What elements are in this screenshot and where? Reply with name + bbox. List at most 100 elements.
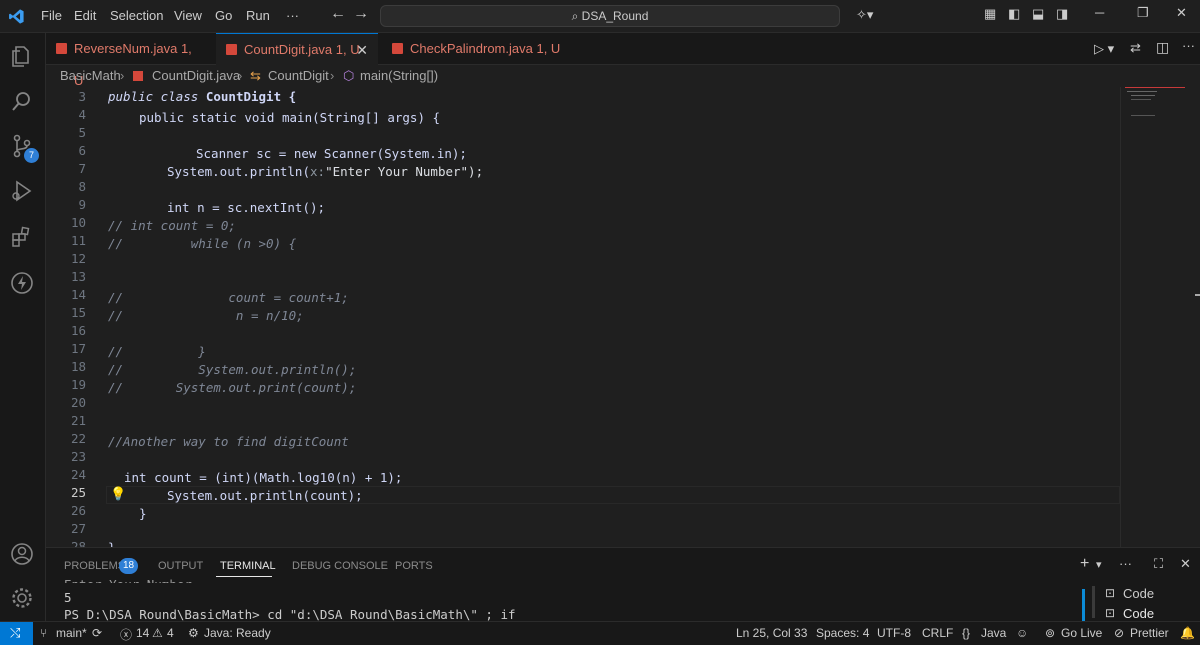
branch-name[interactable]: main* <box>56 626 87 640</box>
code-line-22: //Another way to find digitCount <box>108 434 349 449</box>
lightbulb-icon[interactable]: 💡 <box>110 486 126 502</box>
minimap-code-line <box>1131 115 1155 116</box>
line-number: 13 <box>70 269 86 284</box>
menu-view[interactable]: View <box>174 8 202 23</box>
menu-edit[interactable]: Edit <box>74 8 96 23</box>
panel-tab-debug-console[interactable]: DEBUG CONSOLE <box>292 560 388 572</box>
warning-count[interactable]: 4 <box>167 626 174 640</box>
editor-tab-bar: ReverseNum.java 1, U CountDigit.java 1, … <box>46 33 1200 88</box>
encoding[interactable]: UTF-8 <box>877 626 911 640</box>
terminal-line: Enter Your Number = <box>64 577 207 583</box>
minimap-code-line <box>1127 91 1157 92</box>
minimap[interactable] <box>1120 87 1200 547</box>
extensions-icon[interactable] <box>9 225 35 251</box>
code-line-26: } <box>139 506 147 521</box>
vscode-logo-icon <box>9 9 24 24</box>
minimize-icon[interactable]: ─ <box>1095 5 1104 20</box>
title-bar: File Edit Selection View Go Run ··· ← → … <box>0 0 1200 33</box>
tab-countdigit[interactable]: CountDigit.java 1, U ✕ <box>216 33 378 65</box>
notifications-bell-icon[interactable]: 🔔 <box>1180 626 1195 640</box>
java-file-icon <box>226 44 237 55</box>
breadcrumb: BasicMath › CountDigit.java › ⇆ CountDig… <box>46 65 1200 87</box>
command-center-search[interactable]: ⌕ DSA_Round <box>380 5 840 27</box>
cursor-position[interactable]: Ln 25, Col 33 <box>736 626 807 640</box>
code-line-3: public class CountDigit { <box>108 89 296 104</box>
menu-file[interactable]: File <box>41 8 62 23</box>
settings-gear-icon[interactable] <box>9 585 35 611</box>
java-status[interactable]: Java: Ready <box>204 626 271 640</box>
indentation[interactable]: Spaces: 4 <box>816 626 869 640</box>
prettier[interactable]: Prettier <box>1130 626 1169 640</box>
maximize-panel-icon[interactable]: ⛶ <box>1154 556 1163 572</box>
minimap-code-line <box>1131 99 1151 100</box>
minimap-error-line <box>1125 87 1185 88</box>
more-actions-icon[interactable]: ··· <box>1119 556 1132 571</box>
lightning-extension-icon[interactable] <box>9 270 35 296</box>
line-endings[interactable]: CRLF <box>922 626 953 640</box>
code-line-14: // count = count+1; <box>108 290 349 305</box>
tab-reversenum[interactable]: ReverseNum.java 1, U <box>46 33 204 88</box>
menu-run[interactable]: Run <box>246 8 270 23</box>
line-number: 21 <box>70 413 86 428</box>
menu-more[interactable]: ··· <box>286 8 299 23</box>
breadcrumb-method[interactable]: main(String[]) <box>360 65 438 87</box>
panel-tab-output[interactable]: OUTPUT <box>158 560 203 572</box>
language-mode[interactable]: Java <box>981 626 1006 640</box>
line-number: 4 <box>78 107 86 122</box>
nav-back-icon[interactable]: ← <box>330 5 346 23</box>
toggle-sidebar-icon[interactable]: ◧ <box>1008 6 1020 22</box>
compare-changes-icon[interactable]: ⇄ <box>1130 40 1141 56</box>
breadcrumb-class[interactable]: CountDigit <box>268 65 329 87</box>
tab-status: 1, U <box>536 41 561 56</box>
tab-checkpalindrom[interactable]: CheckPalindrom.java 1, U <box>382 33 562 65</box>
toggle-panel-icon[interactable]: ⬓ <box>1032 6 1044 22</box>
status-bar: ⤭ ⑂ main* ⟳ ⓧ 14 ⚠ 4 ⚙ Java: Ready Ln 25… <box>0 621 1200 645</box>
new-terminal-icon[interactable]: + <box>1080 555 1089 573</box>
run-debug-icon[interactable] <box>9 178 35 204</box>
code-line-7: System.out.println(x:"Enter Your Number"… <box>167 164 483 179</box>
close-tab-icon[interactable]: ✕ <box>356 34 368 66</box>
code-editor[interactable]: 3 4 5 6 7 8 9 10 11 12 13 14 15 16 17 18 19 20 21 22 23 24 25 2… <box>46 87 1120 547</box>
panel-tab-problems[interactable]: PROBLEMS <box>64 560 125 572</box>
minimap-code-line <box>1131 95 1155 96</box>
terminal-icon: ⊡ <box>1105 606 1116 620</box>
prettier-check-icon: ⊘ <box>1114 626 1125 640</box>
code-line-18: // System.out.println(); <box>108 362 357 377</box>
warning-icon: ⚠ <box>152 626 163 640</box>
nav-forward-icon[interactable]: → <box>353 5 369 23</box>
line-number: 28 <box>70 539 86 547</box>
explorer-icon[interactable] <box>9 43 35 69</box>
menu-go[interactable]: Go <box>215 8 232 23</box>
panel-tab-ports[interactable]: PORTS <box>395 560 433 572</box>
line-number: 8 <box>78 179 86 194</box>
breadcrumb-file[interactable]: CountDigit.java <box>152 65 240 87</box>
breadcrumb-folder[interactable]: BasicMath <box>60 65 121 87</box>
restore-icon[interactable]: ❐ <box>1137 5 1149 21</box>
run-icon[interactable]: ▷ ▾ <box>1094 41 1114 57</box>
search-icon[interactable] <box>9 88 35 114</box>
code-line-9: int n = sc.nextInt(); <box>167 200 326 215</box>
go-live[interactable]: Go Live <box>1061 626 1102 640</box>
remote-indicator[interactable]: ⤭ <box>0 622 33 645</box>
close-window-icon[interactable]: ✕ <box>1176 5 1187 21</box>
chevron-down-icon[interactable]: ▾ <box>1096 558 1102 571</box>
split-editor-icon[interactable]: ◫ <box>1156 39 1169 56</box>
more-actions-icon[interactable]: ··· <box>1182 38 1195 53</box>
close-panel-icon[interactable]: ✕ <box>1180 556 1191 572</box>
sync-icon[interactable]: ⟳ <box>92 626 102 640</box>
source-control-badge: 7 <box>24 148 39 163</box>
error-count[interactable]: 14 <box>136 626 149 640</box>
terminal-list-item[interactable]: Code <box>1123 586 1154 601</box>
terminal-split-bar <box>1092 586 1095 618</box>
branch-icon: ⑂ <box>40 626 48 640</box>
problems-count-badge: 18 <box>119 558 138 574</box>
copilot-icon[interactable]: ✧▾ <box>856 7 873 23</box>
copilot-status-icon[interactable]: ☺ <box>1016 626 1028 640</box>
toggle-secondary-sidebar-icon[interactable]: ◨ <box>1056 6 1068 22</box>
customize-layout-icon[interactable]: ▦ <box>984 6 996 22</box>
panel-tab-terminal[interactable]: TERMINAL <box>220 560 276 572</box>
account-icon[interactable] <box>9 541 35 567</box>
terminal-line: PS D:\DSA_Round\BasicMath> cd "d:\DSA_Ro… <box>64 607 516 622</box>
code-token: "Enter Your Number"); <box>325 164 484 179</box>
menu-selection[interactable]: Selection <box>110 8 163 23</box>
